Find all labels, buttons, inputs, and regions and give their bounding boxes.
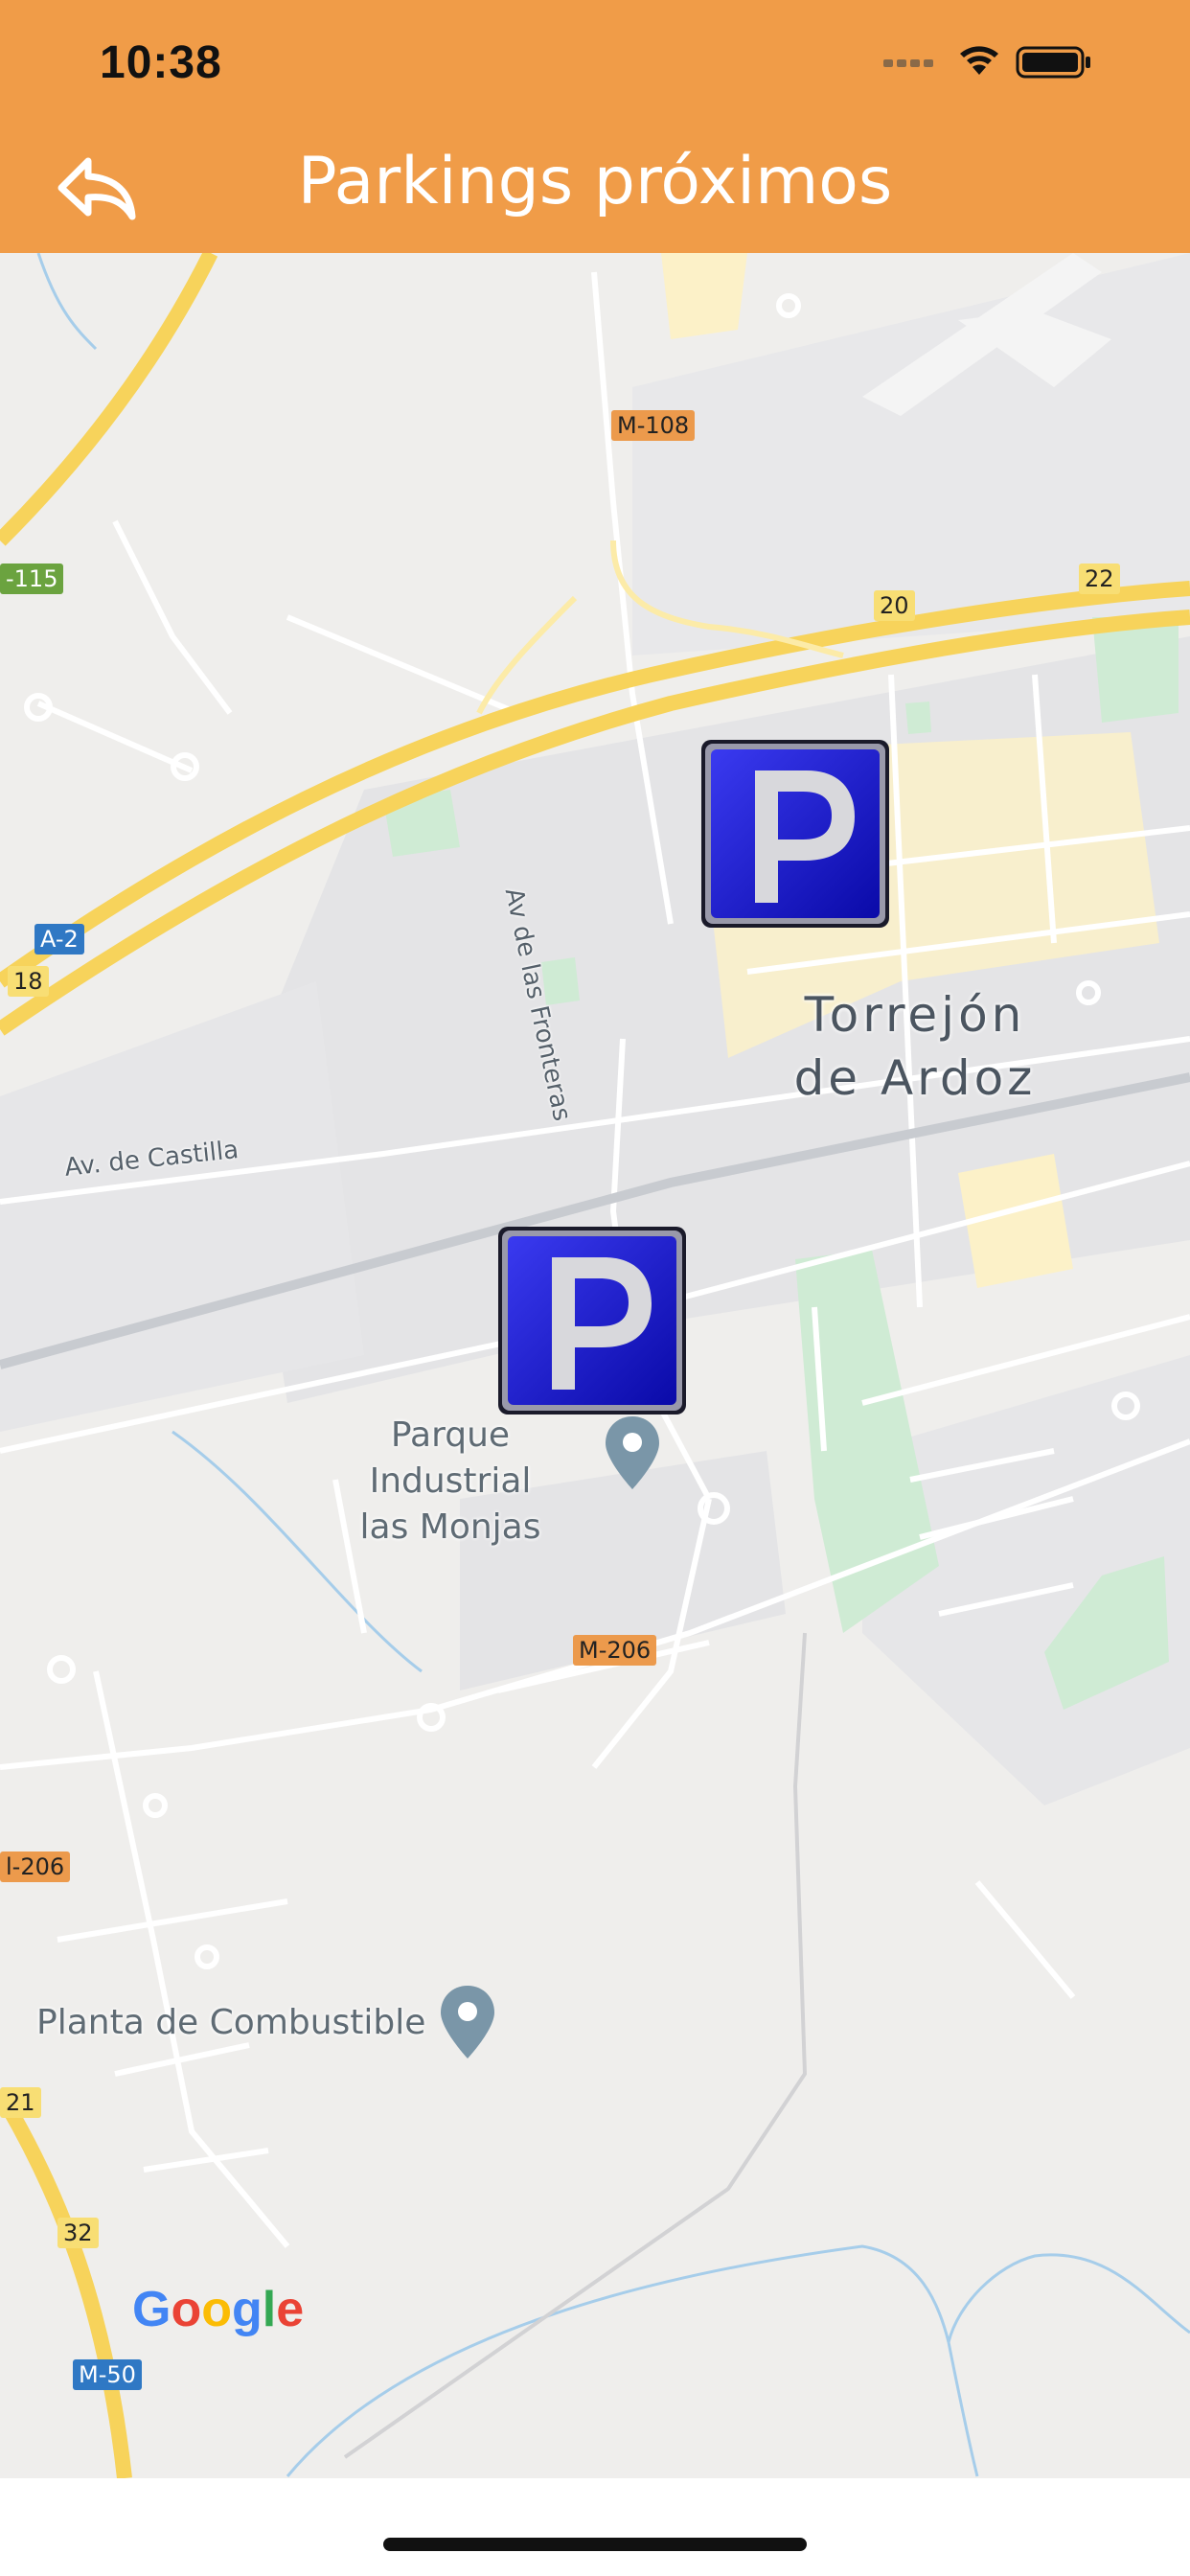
app-header: 10:38 Parkings próximos	[0, 0, 1190, 253]
parking-icon	[498, 1227, 686, 1414]
road-shield-m115: -115	[0, 564, 64, 594]
google-logo: Google	[132, 2282, 305, 2337]
signal-icon	[883, 59, 933, 67]
bottom-safe-area	[0, 2478, 1190, 2576]
city-label: Torrejón de Ardoz	[767, 983, 1064, 1110]
wifi-icon	[960, 46, 998, 75]
battery-icon	[1016, 46, 1090, 79]
city-label-line2: de Ardoz	[793, 1050, 1037, 1106]
road-shield-m206-edge: l-206	[0, 1852, 71, 1882]
parking-marker-2[interactable]	[496, 1225, 688, 1416]
poi-label-planta[interactable]: Planta de Combustible	[36, 2003, 425, 2042]
poi-label-parque[interactable]: Parque Industrial las Monjas	[307, 1413, 594, 1551]
road-shield-20: 20	[874, 590, 915, 621]
map-view[interactable]: Av. de Castilla Av de las Fronteras Torr…	[0, 253, 1190, 2478]
status-icons	[883, 46, 1090, 79]
poi-label-parque-line1: Parque Industrial	[369, 1415, 532, 1501]
road-shield-21: 21	[0, 2087, 41, 2118]
parking-icon	[701, 740, 889, 928]
home-indicator[interactable]	[383, 2538, 807, 2551]
city-label-line1: Torrejón	[804, 987, 1026, 1043]
road-shield-22: 22	[1079, 564, 1120, 594]
road-shield-32: 32	[57, 2218, 99, 2248]
map-pin-icon[interactable]	[441, 1986, 494, 2058]
parking-marker-1[interactable]	[699, 738, 891, 930]
status-time: 10:38	[100, 37, 222, 88]
map-pin-icon[interactable]	[606, 1416, 659, 1489]
road-shield-m206: M-206	[573, 1635, 657, 1666]
road-shield-m50: M-50	[73, 2359, 142, 2390]
road-shield-m108: M-108	[611, 410, 696, 441]
road-shield-a2: A-2	[34, 924, 84, 954]
page-title: Parkings próximos	[297, 144, 893, 219]
road-shield-18: 18	[8, 966, 49, 997]
poi-label-parque-line2: las Monjas	[359, 1507, 541, 1547]
